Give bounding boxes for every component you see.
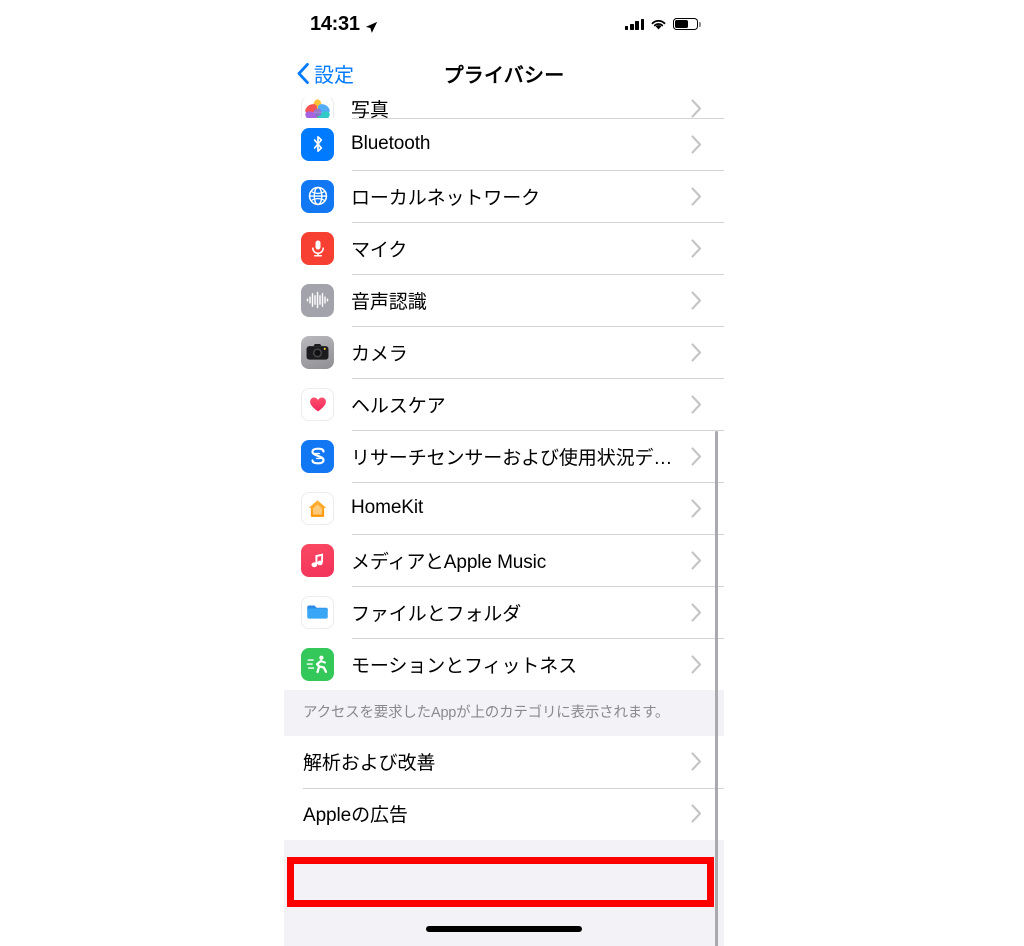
settings-row-label: カメラ <box>351 343 408 365</box>
settings-row[interactable]: リサーチセンサーおよび使用状況デ… <box>284 430 724 482</box>
settings-row-label: ローカルネットワーク <box>351 187 541 209</box>
files-icon <box>301 595 334 629</box>
settings-row-label: ファイルとフォルダ <box>351 603 522 625</box>
group-spacer <box>284 839 724 866</box>
speech-recognition-icon <box>301 283 334 317</box>
settings-row[interactable]: ヘルスケア <box>284 378 724 430</box>
settings-row-label: Bluetooth <box>351 133 431 154</box>
settings-row[interactable]: マイク <box>284 222 724 274</box>
apple-music-icon <box>301 543 334 577</box>
chevron-right-icon <box>691 602 702 622</box>
status-bar-left: 14:31 <box>310 13 378 36</box>
chevron-right-icon <box>691 654 702 674</box>
settings-scroll-view[interactable]: 写真 Bluetooth ローカルネットワーク マイク音声認識カメラヘルスケアリサーチ… <box>284 98 724 946</box>
chevron-right-icon <box>691 186 702 206</box>
chevron-right-icon <box>691 804 702 823</box>
photos-icon <box>301 98 334 118</box>
settings-row[interactable]: カメラ <box>284 326 724 378</box>
settings-row[interactable]: モーションとフィットネス <box>284 638 724 690</box>
chevron-right-icon <box>691 498 702 518</box>
settings-row-label: ヘルスケア <box>351 395 446 417</box>
privacy-permissions-group: 写真 Bluetooth ローカルネットワーク マイク音声認識カメラヘルスケアリサーチ… <box>284 98 724 690</box>
chevron-right-icon <box>691 752 702 771</box>
back-button-label: 設定 <box>314 64 354 87</box>
screenshot-canvas: 14:31 設定 プライバシー 写真 Bluetooth ローカルネットワーク … <box>0 0 1024 946</box>
homekit-icon <box>301 491 334 525</box>
privacy-bottom-group: 解析および改善 Appleの広告 <box>284 735 724 840</box>
local-network-icon <box>301 179 334 213</box>
status-bar-clock: 14:31 <box>310 12 360 35</box>
settings-row-label: マイク <box>351 239 408 261</box>
settings-row-label: 音声認識 <box>351 291 427 313</box>
motion-fitness-icon <box>301 647 334 681</box>
settings-row[interactable]: HomeKit <box>284 482 724 534</box>
settings-row[interactable]: 写真 <box>284 98 724 118</box>
bluetooth-icon <box>301 127 334 161</box>
microphone-icon <box>301 231 334 265</box>
chevron-right-icon <box>691 342 702 362</box>
permissions-footer-note: アクセスを要求したAppが上のカテゴリに表示されます。 <box>284 690 724 736</box>
chevron-right-icon <box>691 550 702 570</box>
chevron-right-icon <box>691 394 702 414</box>
chevron-right-icon <box>691 134 702 154</box>
settings-row[interactable]: Bluetooth <box>284 118 724 170</box>
back-button[interactable]: 設定 <box>297 59 354 88</box>
settings-row[interactable]: Appleの広告 <box>284 787 724 840</box>
settings-row-label: 写真 <box>351 100 389 118</box>
chevron-left-icon <box>297 62 309 84</box>
chevron-right-icon <box>691 290 702 310</box>
settings-row-label: 解析および改善 <box>303 753 436 775</box>
health-icon <box>301 387 334 421</box>
settings-row-label: メディアとApple Music <box>351 551 547 573</box>
status-bar: 14:31 <box>284 0 724 48</box>
navigation-bar: 設定 プライバシー <box>284 48 724 98</box>
chevron-right-icon <box>691 238 702 258</box>
cellular-signal-icon <box>625 18 644 30</box>
iphone-screen: 14:31 設定 プライバシー 写真 Bluetooth ローカルネットワーク … <box>284 0 724 946</box>
settings-row-label: モーションとフィットネス <box>351 655 578 677</box>
wifi-icon <box>650 18 667 31</box>
research-sensor-icon <box>301 439 334 473</box>
home-indicator-bar <box>426 926 582 932</box>
vertical-scrollbar[interactable] <box>714 431 718 946</box>
location-arrow-icon <box>365 17 378 33</box>
chevron-right-icon <box>691 99 702 118</box>
settings-row[interactable]: ファイルとフォルダ <box>284 586 724 638</box>
settings-row-highlighted[interactable]: 解析および改善 <box>284 735 724 788</box>
camera-icon <box>301 335 334 369</box>
settings-row-label: Appleの広告 <box>303 805 408 827</box>
chevron-right-icon <box>691 446 702 466</box>
settings-row-label: HomeKit <box>351 497 424 518</box>
status-bar-right <box>625 17 701 31</box>
battery-icon <box>673 17 701 31</box>
settings-row-label: リサーチセンサーおよび使用状況デ… <box>351 447 673 469</box>
settings-row[interactable]: ローカルネットワーク <box>284 170 724 222</box>
settings-row[interactable]: メディアとApple Music <box>284 534 724 586</box>
settings-row[interactable]: 音声認識 <box>284 274 724 326</box>
